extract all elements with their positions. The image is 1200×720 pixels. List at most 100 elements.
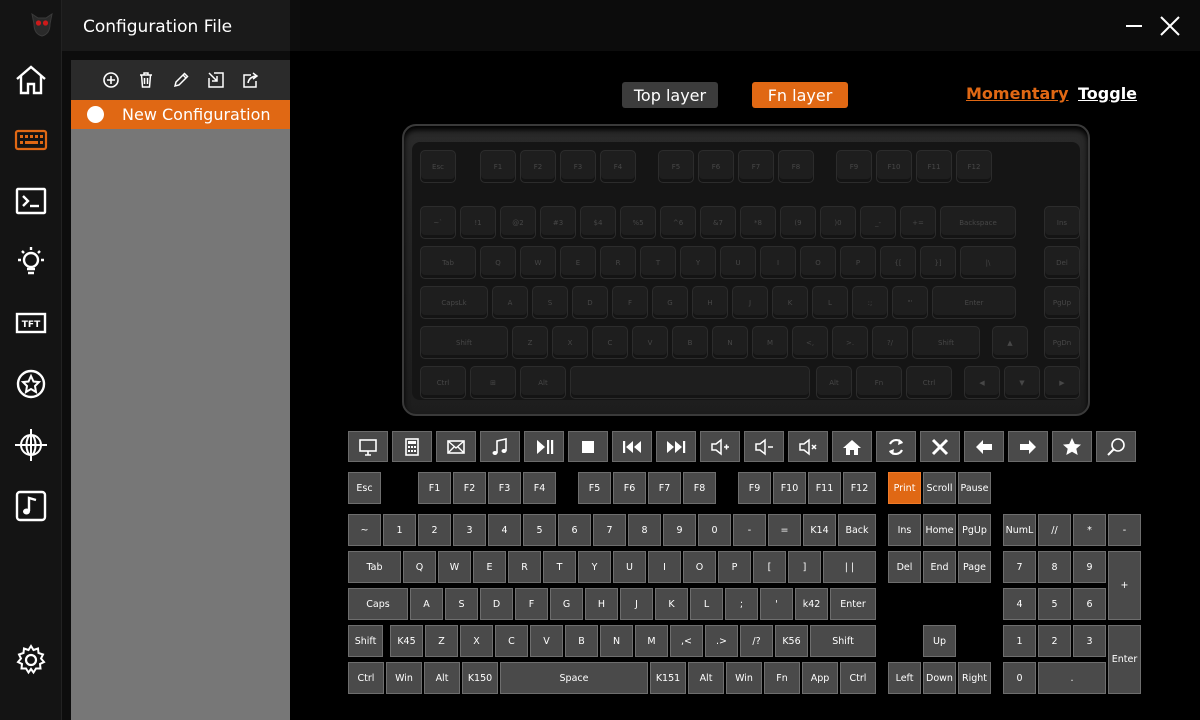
key-ctrl[interactable]: Ctrl [840, 662, 876, 694]
key-enter[interactable]: Enter [1108, 625, 1141, 694]
key-f5[interactable]: F5 [578, 472, 611, 504]
key-5[interactable]: 5 [523, 514, 556, 546]
key-7[interactable]: 7 [1003, 551, 1036, 583]
fn-key-next-track[interactable] [656, 431, 696, 462]
fn-key-stop[interactable] [568, 431, 608, 462]
key-e[interactable]: E [473, 551, 506, 583]
key--[interactable]: .> [705, 625, 738, 657]
key-pgup[interactable]: PgUp [958, 514, 991, 546]
key-app[interactable]: App [802, 662, 838, 694]
key-c[interactable]: C [495, 625, 528, 657]
key-f9[interactable]: F9 [738, 472, 771, 504]
key-4[interactable]: 4 [488, 514, 521, 546]
fn-key-volume-down[interactable] [744, 431, 784, 462]
delete-config-icon[interactable] [137, 71, 155, 89]
key--[interactable]: // [1038, 514, 1071, 546]
key-shift[interactable]: Shift [810, 625, 876, 657]
key--[interactable]: = [768, 514, 801, 546]
key-ctrl[interactable]: Ctrl [348, 662, 384, 694]
key-j[interactable]: J [620, 588, 653, 620]
fn-key-play-pause[interactable] [524, 431, 564, 462]
key-k14[interactable]: K14 [803, 514, 836, 546]
fn-layer-button[interactable]: Fn layer [752, 82, 848, 108]
key-alt[interactable]: Alt [688, 662, 724, 694]
fn-key-calculator[interactable] [392, 431, 432, 462]
rail-music[interactable] [10, 486, 52, 526]
key-k42[interactable]: k42 [795, 588, 828, 620]
config-item-new[interactable]: New Configuration [71, 100, 290, 129]
key-k56[interactable]: K56 [775, 625, 808, 657]
key-5[interactable]: 5 [1038, 588, 1071, 620]
key-f12[interactable]: F12 [843, 472, 876, 504]
key-p[interactable]: P [718, 551, 751, 583]
rail-settings[interactable] [10, 640, 52, 680]
key-u[interactable]: U [613, 551, 646, 583]
key-ins[interactable]: Ins [888, 514, 921, 546]
key-0[interactable]: 0 [698, 514, 731, 546]
fn-key-star[interactable] [1052, 431, 1092, 462]
key-q[interactable]: Q [403, 551, 436, 583]
fn-key-close[interactable] [920, 431, 960, 462]
key-up[interactable]: Up [923, 625, 956, 657]
fn-key-mute[interactable] [788, 431, 828, 462]
key-f2[interactable]: F2 [453, 472, 486, 504]
key-8[interactable]: 8 [628, 514, 661, 546]
key-w[interactable]: W [438, 551, 471, 583]
fn-key-volume-up[interactable] [700, 431, 740, 462]
close-window-icon[interactable] [1158, 14, 1182, 38]
key-enter[interactable]: Enter [830, 588, 876, 620]
key-end[interactable]: End [923, 551, 956, 583]
key--[interactable]: ' [760, 588, 793, 620]
key-3[interactable]: 3 [453, 514, 486, 546]
key-b[interactable]: B [565, 625, 598, 657]
key-right[interactable]: Right [958, 662, 991, 694]
key-back[interactable]: Back [838, 514, 876, 546]
key-fn[interactable]: Fn [764, 662, 800, 694]
key-0[interactable]: 0 [1003, 662, 1036, 694]
key--[interactable]: ,< [670, 625, 703, 657]
top-layer-button[interactable]: Top layer [622, 82, 718, 108]
key-f11[interactable]: F11 [808, 472, 841, 504]
key-n[interactable]: N [600, 625, 633, 657]
key-7[interactable]: 7 [593, 514, 626, 546]
key--[interactable]: | | [823, 551, 876, 583]
key-win[interactable]: Win [726, 662, 762, 694]
fn-key-refresh[interactable] [876, 431, 916, 462]
key-a[interactable]: A [410, 588, 443, 620]
key-f7[interactable]: F7 [648, 472, 681, 504]
key--[interactable]: [ [753, 551, 786, 583]
key--[interactable]: . [1038, 662, 1106, 694]
key-scroll[interactable]: Scroll [923, 472, 956, 504]
key-del[interactable]: Del [888, 551, 921, 583]
key-k150[interactable]: K150 [462, 662, 498, 694]
key-g[interactable]: G [550, 588, 583, 620]
key--[interactable]: * [1073, 514, 1106, 546]
fn-key-mail[interactable] [436, 431, 476, 462]
rename-config-icon[interactable] [172, 71, 190, 89]
key-o[interactable]: O [683, 551, 716, 583]
key-r[interactable]: R [508, 551, 541, 583]
fn-key-music[interactable] [480, 431, 520, 462]
key-esc[interactable]: Esc [348, 472, 381, 504]
fn-key-arrow-left[interactable] [964, 431, 1004, 462]
key-k45[interactable]: K45 [390, 625, 423, 657]
key--[interactable]: - [733, 514, 766, 546]
key-print[interactable]: Print [888, 472, 921, 504]
key-2[interactable]: 2 [1038, 625, 1071, 657]
momentary-link[interactable]: Momentary [966, 84, 1069, 103]
key-9[interactable]: 9 [1073, 551, 1106, 583]
key-l[interactable]: L [690, 588, 723, 620]
key-h[interactable]: H [585, 588, 618, 620]
fn-key-home[interactable] [832, 431, 872, 462]
key-f3[interactable]: F3 [488, 472, 521, 504]
key-1[interactable]: 1 [383, 514, 416, 546]
key-space[interactable]: Space [500, 662, 648, 694]
import-config-icon[interactable] [207, 71, 225, 89]
key--[interactable]: - [1108, 514, 1141, 546]
key-alt[interactable]: Alt [424, 662, 460, 694]
key-9[interactable]: 9 [663, 514, 696, 546]
key-caps[interactable]: Caps [348, 588, 408, 620]
key-home[interactable]: Home [923, 514, 956, 546]
export-config-icon[interactable] [242, 71, 260, 89]
rail-network[interactable] [10, 425, 52, 465]
